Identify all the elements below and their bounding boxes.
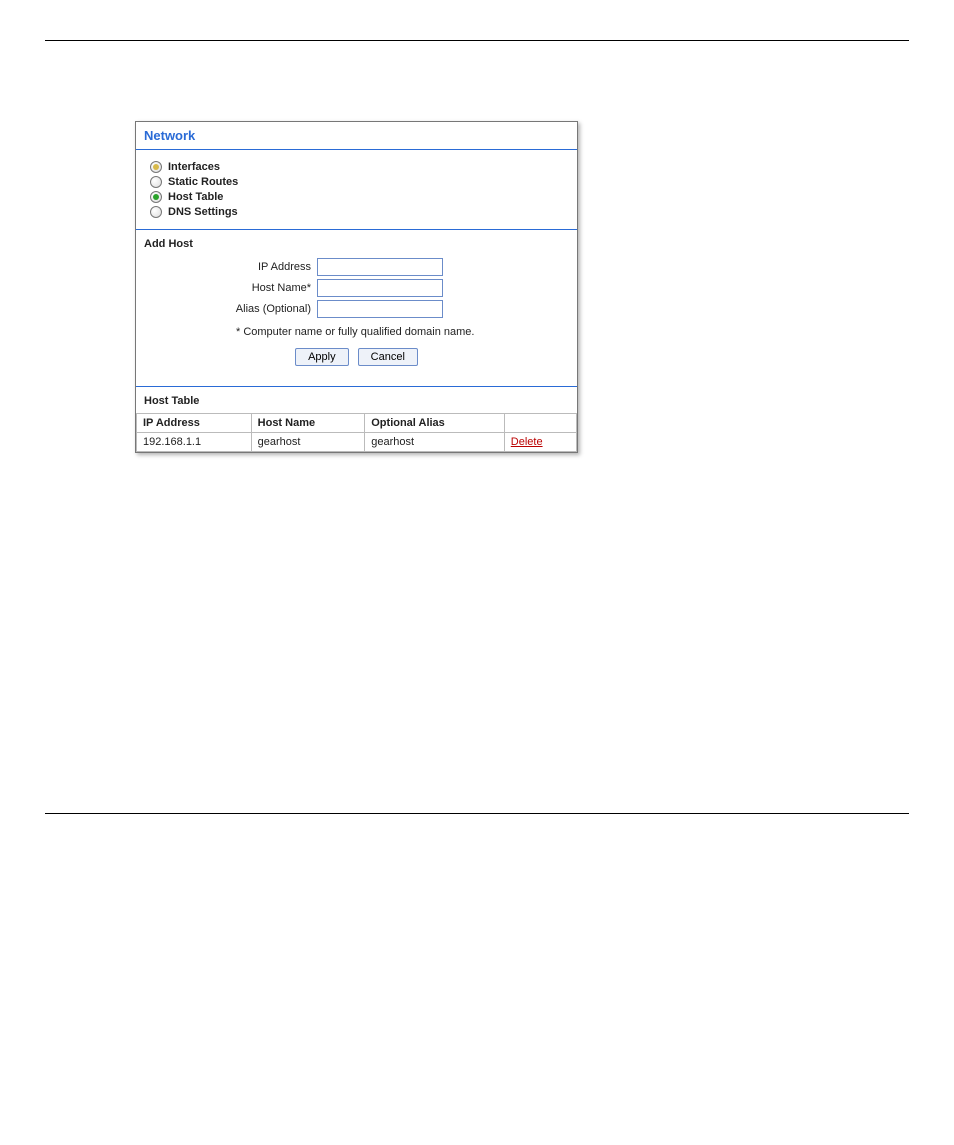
form-note: * Computer name or fully qualified domai… [236, 326, 577, 338]
cell-alias: gearhost [365, 433, 505, 452]
col-ip: IP Address [137, 414, 252, 433]
col-action [504, 414, 576, 433]
radio-host-table[interactable]: Host Table [150, 191, 569, 203]
bottom-rule [45, 813, 909, 814]
table-row: 192.168.1.1 gearhost gearhost Delete [137, 433, 577, 452]
host-table: IP Address Host Name Optional Alias 192.… [136, 413, 577, 452]
ip-address-input[interactable] [317, 258, 443, 276]
radio-icon [150, 161, 162, 173]
radio-static-routes[interactable]: Static Routes [150, 176, 569, 188]
add-host-form: IP Address Host Name* Alias (Optional) *… [136, 258, 577, 380]
radio-label: Host Table [168, 191, 223, 203]
col-alias: Optional Alias [365, 414, 505, 433]
cancel-button[interactable]: Cancel [358, 348, 418, 366]
radio-label: DNS Settings [168, 206, 238, 218]
radio-label: Static Routes [168, 176, 238, 188]
host-table-title: Host Table [136, 387, 577, 413]
cell-ip: 192.168.1.1 [137, 433, 252, 452]
apply-button[interactable]: Apply [295, 348, 349, 366]
network-panel: Network Interfaces Static Routes Host Ta… [135, 121, 578, 453]
alias-label: Alias (Optional) [136, 303, 317, 315]
delete-link[interactable]: Delete [511, 436, 543, 448]
radio-icon [150, 206, 162, 218]
radio-icon [150, 191, 162, 203]
add-host-title: Add Host [136, 230, 577, 254]
col-host: Host Name [251, 414, 365, 433]
radio-icon [150, 176, 162, 188]
ip-address-label: IP Address [136, 261, 317, 273]
radio-dns-settings[interactable]: DNS Settings [150, 206, 569, 218]
alias-input[interactable] [317, 300, 443, 318]
radio-label: Interfaces [168, 161, 220, 173]
panel-title: Network [136, 122, 577, 150]
radio-list: Interfaces Static Routes Host Table DNS … [136, 150, 577, 223]
host-name-input[interactable] [317, 279, 443, 297]
cell-host: gearhost [251, 433, 365, 452]
host-name-label: Host Name* [136, 282, 317, 294]
radio-interfaces[interactable]: Interfaces [150, 161, 569, 173]
